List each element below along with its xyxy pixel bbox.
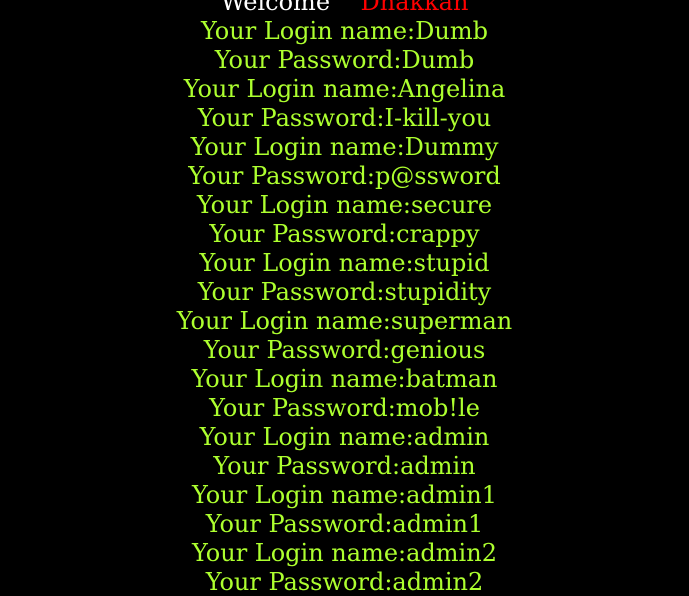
password-value: mob!le [395, 394, 480, 422]
login-name-value: secure [411, 191, 493, 219]
login-name-value: stupid [413, 249, 490, 277]
login-name-line: Your Login name:stupid [0, 249, 689, 278]
login-name-line: Your Login name:batman [0, 365, 689, 394]
password-line: Your Password:I-kill-you [0, 104, 689, 133]
login-name-line: Your Login name:admin2 [0, 539, 689, 568]
login-name-label: Your Login name: [192, 481, 407, 509]
password-label: Your Password: [205, 510, 393, 538]
password-value: admin1 [392, 510, 484, 538]
login-name-line: Your Login name:admin1 [0, 481, 689, 510]
login-name-value: Dummy [404, 133, 499, 161]
password-value: admin2 [392, 568, 484, 596]
login-name-label: Your Login name: [199, 423, 414, 451]
password-label: Your Password: [203, 336, 391, 364]
login-name-label: Your Login name: [176, 307, 391, 335]
password-line: Your Password:stupidity [0, 278, 689, 307]
password-label: Your Password: [205, 568, 393, 596]
login-name-value: admin [413, 423, 490, 451]
login-name-value: batman [405, 365, 498, 393]
login-name-value: Dumb [415, 17, 488, 45]
password-label: Your Password: [209, 394, 396, 422]
login-name-line: Your Login name:superman [0, 307, 689, 336]
login-name-label: Your Login name: [183, 75, 398, 103]
password-line: Your Password:Dumb [0, 46, 689, 75]
content: Welcome Dhakkan Your Login name:Dumb Your… [0, 0, 689, 596]
login-name-line: Your Login name:secure [0, 191, 689, 220]
password-label: Your Password: [197, 278, 385, 306]
login-name-label: Your Login name: [191, 365, 406, 393]
login-name-value: superman [390, 307, 513, 335]
password-label: Your Password: [214, 46, 402, 74]
login-name-label: Your Login name: [192, 539, 407, 567]
password-value: crappy [396, 220, 480, 248]
login-name-line: Your Login name:Angelina [0, 75, 689, 104]
welcome-username: Dhakkan [360, 0, 469, 16]
page: Welcome Dhakkan Your Login name:Dumb Your… [0, 0, 689, 596]
welcome-text: Welcome [220, 0, 331, 16]
password-label: Your Password: [197, 104, 385, 132]
login-name-value: admin1 [406, 481, 497, 509]
password-value: Dumb [401, 46, 475, 74]
login-name-value: Angelina [397, 75, 506, 103]
credentials-list: Your Login name:Dumb Your Password:Dumb Yo… [0, 17, 689, 596]
password-value: admin [400, 452, 476, 480]
welcome-line: Welcome Dhakkan [0, 0, 689, 17]
password-line: Your Password:admin2 [0, 568, 689, 596]
password-value: p@ssword [374, 162, 501, 190]
login-name-line: Your Login name:admin [0, 423, 689, 452]
password-label: Your Password: [213, 452, 401, 480]
password-line: Your Password:admin1 [0, 510, 689, 539]
login-name-line: Your Login name:Dummy [0, 133, 689, 162]
login-name-label: Your Login name: [190, 133, 405, 161]
password-line: Your Password:genious [0, 336, 689, 365]
login-name-line: Your Login name:Dumb [0, 17, 689, 46]
login-name-value: admin2 [406, 539, 497, 567]
password-value: stupidity [384, 278, 492, 306]
password-value: genious [390, 336, 486, 364]
password-line: Your Password:crappy [0, 220, 689, 249]
password-value: I-kill-you [384, 104, 492, 132]
login-name-label: Your Login name: [196, 191, 411, 219]
password-line: Your Password:admin [0, 452, 689, 481]
password-label: Your Password: [209, 220, 397, 248]
password-line: Your Password:p@ssword [0, 162, 689, 191]
login-name-label: Your Login name: [199, 249, 414, 277]
login-name-label: Your Login name: [201, 17, 416, 45]
password-label: Your Password: [188, 162, 375, 190]
password-line: Your Password:mob!le [0, 394, 689, 423]
